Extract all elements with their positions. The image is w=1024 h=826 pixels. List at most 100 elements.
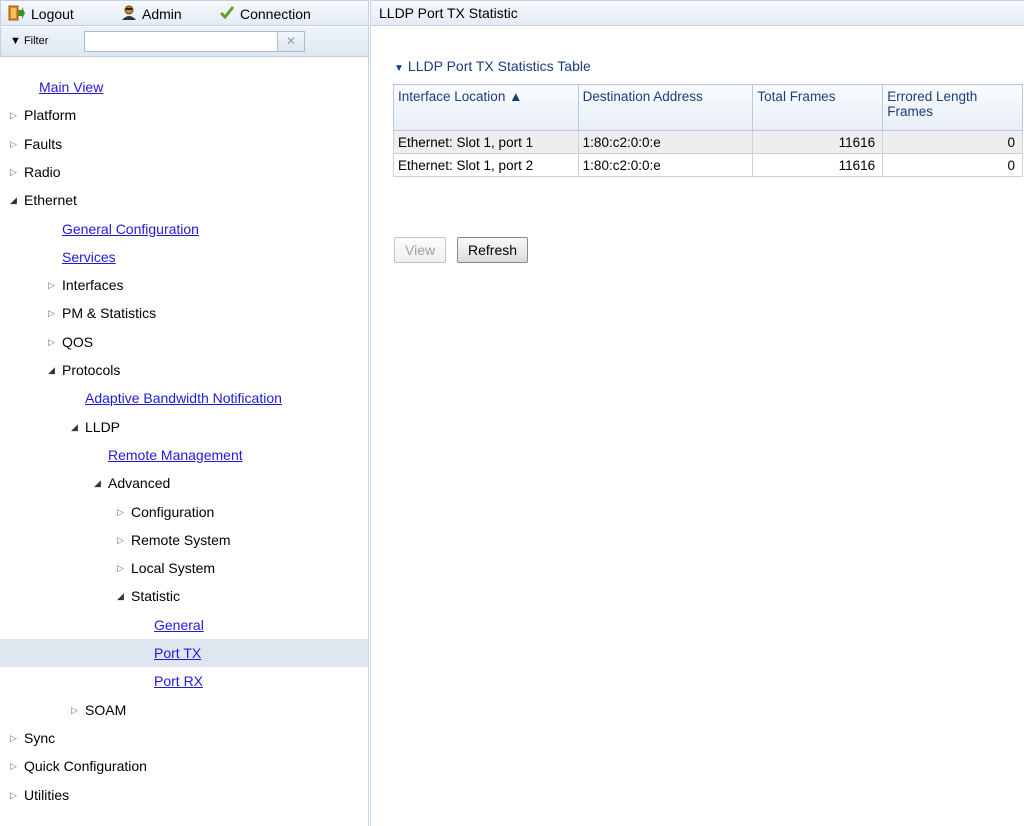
tree-item-label[interactable]: General: [154, 617, 204, 633]
tree-item-label: Statistic: [131, 588, 181, 604]
collapsed-arrow-icon[interactable]: ▷: [117, 563, 128, 574]
section-header[interactable]: ▼ LLDP Port TX Statistics Table: [394, 58, 591, 74]
collapsed-arrow-icon[interactable]: ▷: [71, 705, 82, 716]
collapsed-arrow-icon[interactable]: ▷: [117, 535, 128, 546]
filter-input[interactable]: [84, 31, 278, 52]
connection-label: Connection: [240, 6, 311, 22]
tree-item-remote-system[interactable]: ▷ Remote System: [0, 526, 368, 554]
tree-item-utilities[interactable]: ▷ Utilities: [0, 781, 368, 809]
tree-item-main-view[interactable]: Main View: [0, 73, 368, 101]
column-header-total-frames[interactable]: Total Frames: [752, 84, 884, 131]
navigation-panel: Logout Admin Connection ▼ Filter ✕ Main …: [0, 0, 369, 826]
admin-label: Admin: [142, 6, 182, 22]
tree-item-services[interactable]: Services: [0, 243, 368, 271]
table-row[interactable]: Ethernet: Slot 1, port 2 1:80:c2:0:0:e 1…: [393, 153, 1023, 177]
page-title: LLDP Port TX Statistic: [371, 0, 1024, 26]
tree-item-label[interactable]: Remote Management: [108, 447, 243, 463]
expanded-arrow-icon[interactable]: ◢: [48, 365, 59, 376]
collapsed-arrow-icon[interactable]: ▷: [10, 790, 21, 801]
tree-item-label: Quick Configuration: [24, 758, 147, 774]
cell-errored-length-frames: 0: [882, 130, 1023, 154]
filter-bar: ▼ Filter ✕: [0, 27, 369, 57]
tree-item-general[interactable]: General: [0, 611, 368, 639]
tree-item-remote-management[interactable]: Remote Management: [0, 441, 368, 469]
tree-item-general-configuration[interactable]: General Configuration: [0, 215, 368, 243]
top-toolbar: Logout Admin Connection: [0, 0, 369, 26]
tree-item-adaptive-bandwidth-notification[interactable]: Adaptive Bandwidth Notification: [0, 384, 368, 412]
cell-total-frames: 11616: [752, 130, 884, 154]
tree-item-local-system[interactable]: ▷ Local System: [0, 554, 368, 582]
expanded-arrow-icon[interactable]: ◢: [94, 478, 105, 489]
tree-item-radio[interactable]: ▷ Radio: [0, 158, 368, 186]
collapsed-arrow-icon[interactable]: ▷: [10, 761, 21, 772]
collapsed-arrow-icon[interactable]: ▷: [48, 308, 59, 319]
tree-item-protocols[interactable]: ◢ Protocols: [0, 356, 368, 384]
tree-item-port-rx[interactable]: Port RX: [0, 667, 368, 695]
checkmark-icon: [219, 5, 235, 24]
tree-item-label: Remote System: [131, 532, 231, 548]
logout-icon: [8, 5, 26, 24]
cell-destination-address: 1:80:c2:0:0:e: [577, 130, 754, 154]
clear-filter-button[interactable]: ✕: [278, 31, 305, 52]
tree-item-quick-configuration[interactable]: ▷ Quick Configuration: [0, 752, 368, 780]
tree-item-qos[interactable]: ▷ QOS: [0, 328, 368, 356]
tree-item-pm-statistics[interactable]: ▷ PM & Statistics: [0, 299, 368, 327]
tree-item-sync[interactable]: ▷ Sync: [0, 724, 368, 752]
tree-item-faults[interactable]: ▷ Faults: [0, 130, 368, 158]
tree-item-label: Advanced: [108, 475, 171, 491]
refresh-button[interactable]: Refresh: [457, 237, 529, 263]
tree-item-label: Configuration: [131, 504, 215, 520]
tree-item-label: LLDP: [85, 419, 121, 435]
admin-button[interactable]: Admin: [121, 5, 182, 23]
tree-item-lldp[interactable]: ◢ LLDP: [0, 413, 368, 441]
collapsed-arrow-icon[interactable]: ▷: [10, 110, 21, 121]
tree-item-platform[interactable]: ▷ Platform: [0, 101, 368, 129]
collapsed-arrow-icon[interactable]: ▷: [48, 280, 59, 291]
cell-total-frames: 11616: [752, 153, 884, 177]
tree-item-interfaces[interactable]: ▷ Interfaces: [0, 271, 368, 299]
expanded-arrow-icon[interactable]: ◢: [10, 195, 21, 206]
expanded-arrow-icon[interactable]: ◢: [71, 422, 82, 433]
tree-item-label: Local System: [131, 560, 216, 576]
table-row[interactable]: Ethernet: Slot 1, port 1 1:80:c2:0:0:e 1…: [393, 130, 1023, 154]
logout-label: Logout: [31, 6, 74, 22]
tree-item-label[interactable]: Port RX: [154, 673, 203, 689]
tree-item-configuration[interactable]: ▷ Configuration: [0, 498, 368, 526]
table-header-row: Interface Location ▲ Destination Address…: [393, 84, 1023, 131]
tree-item-label[interactable]: Port TX: [154, 645, 201, 661]
collapsed-arrow-icon[interactable]: ▷: [10, 139, 21, 150]
tree-item-label: Interfaces: [62, 277, 124, 293]
collapse-triangle-icon: ▼: [394, 63, 404, 74]
tree-item-port-tx[interactable]: Port TX: [0, 639, 368, 667]
view-button[interactable]: View: [394, 237, 447, 263]
column-header-errored-length-frames[interactable]: Errored Length Frames: [882, 84, 1023, 131]
collapsed-arrow-icon[interactable]: ▷: [48, 337, 59, 348]
cell-destination-address: 1:80:c2:0:0:e: [577, 153, 754, 177]
logout-button[interactable]: Logout: [8, 5, 74, 23]
expanded-arrow-icon[interactable]: ◢: [117, 591, 128, 602]
tree-item-label: Protocols: [62, 362, 121, 378]
collapsed-arrow-icon[interactable]: ▷: [10, 167, 21, 178]
filter-toggle[interactable]: ▼ Filter: [10, 35, 48, 47]
tree-item-label[interactable]: Main View: [39, 79, 103, 95]
collapsed-arrow-icon[interactable]: ▷: [10, 733, 21, 744]
tree-item-label: PM & Statistics: [62, 305, 157, 321]
statistics-table: Interface Location ▲ Destination Address…: [393, 84, 1023, 177]
tree-item-ethernet[interactable]: ◢ Ethernet: [0, 186, 368, 214]
column-header-destination-address[interactable]: Destination Address: [577, 84, 754, 131]
tree-item-statistic[interactable]: ◢ Statistic: [0, 582, 368, 610]
tree-item-label[interactable]: General Configuration: [62, 221, 199, 237]
cell-interface-location: Ethernet: Slot 1, port 1: [393, 130, 579, 154]
column-header-interface-location[interactable]: Interface Location ▲: [393, 84, 579, 131]
tree-item-label[interactable]: Services: [62, 249, 116, 265]
cell-errored-length-frames: 0: [882, 153, 1023, 177]
tree-item-advanced[interactable]: ◢ Advanced: [0, 469, 368, 497]
section-title: LLDP Port TX Statistics Table: [407, 58, 591, 74]
tree-item-soam[interactable]: ▷ SOAM: [0, 696, 368, 724]
tree-item-label: SOAM: [85, 702, 127, 718]
connection-button[interactable]: Connection: [219, 5, 311, 23]
content-panel: LLDP Port TX Statistic ▼ LLDP Port TX Sta…: [370, 0, 1024, 826]
tree-item-label: Utilities: [24, 787, 70, 803]
tree-item-label[interactable]: Adaptive Bandwidth Notification: [85, 390, 282, 406]
collapsed-arrow-icon[interactable]: ▷: [117, 507, 128, 518]
